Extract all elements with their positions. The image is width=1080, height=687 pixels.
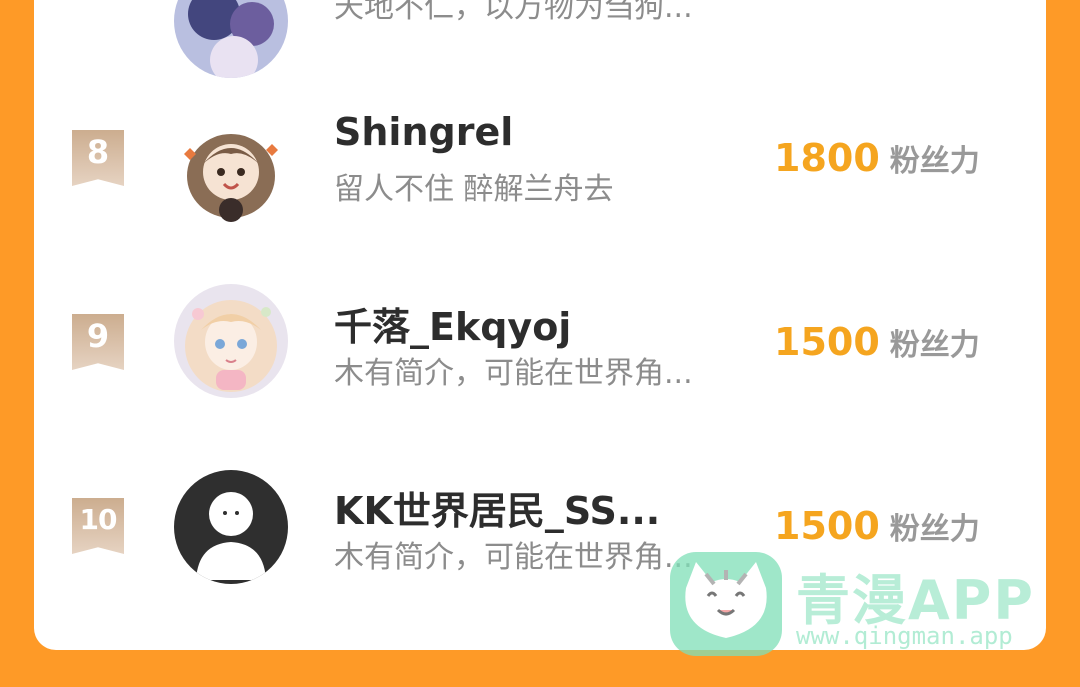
avatar[interactable] [174,284,288,398]
fans-number: 1500 [774,320,880,364]
list-item[interactable]: 9 千落_Ekqyoj 木有简介，可能在世界角... 1500 粉丝力 [34,284,1046,424]
watermark-url: www.qingman.app [796,622,1013,650]
cat-logo-icon [670,552,782,656]
rank-badge: 8 [72,130,124,186]
user-bio: 留人不住 醉解兰舟去 [334,172,614,207]
rank-badge: 9 [72,314,124,370]
user-bio: 木有简介，可能在世界角... [334,356,693,391]
fans-number: 1500 [774,504,880,548]
avatar[interactable] [174,114,288,228]
default-avatar[interactable] [174,470,288,584]
rank-badge: 10 [72,498,124,554]
user-bio: 木有简介，可能在世界角... [334,540,693,575]
fans-number: 1800 [774,136,880,180]
fans-score: 1500 粉丝力 [774,504,980,548]
list-item[interactable]: 8 Shingrel 留人不住 醉解兰舟去 1800 粉丝力 [34,100,1046,240]
fans-unit: 粉丝力 [889,144,980,179]
fans-score: 1500 粉丝力 [774,320,980,364]
user-name[interactable]: 千落_Ekqyoj [334,296,571,351]
avatar[interactable] [174,0,288,78]
app-watermark: 青漫APP www.qingman.app [668,548,1048,658]
list-item[interactable]: 天地不仁，以万物为刍狗... [34,0,1046,78]
fans-unit: 粉丝力 [889,328,980,363]
fans-score: 1800 粉丝力 [774,136,980,180]
fans-unit: 粉丝力 [889,512,980,547]
user-bio: 天地不仁，以万物为刍狗... [334,0,693,25]
user-name[interactable]: KK世界居民_SS... [334,480,660,535]
user-name[interactable]: Shingrel [334,110,513,154]
